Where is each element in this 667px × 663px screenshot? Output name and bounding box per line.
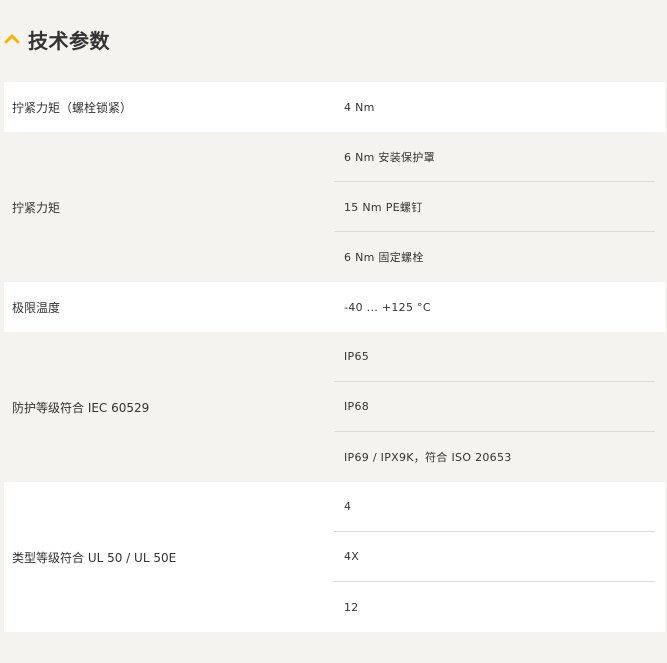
- spec-value: 15 Nm PE螺钉: [334, 182, 655, 232]
- spec-value: IP69 / IPX9K，符合 ISO 20653: [344, 451, 512, 464]
- spec-value: 12: [344, 600, 359, 614]
- spec-row: 拧紧力矩（螺栓锁紧） 4 Nm: [4, 82, 665, 132]
- spec-label: 极限温度: [12, 300, 61, 315]
- spec-values: 4 4X 12: [334, 482, 665, 632]
- spec-row: 类型等级符合 UL 50 / UL 50E 4 4X 12: [4, 482, 665, 632]
- spec-value: 4: [334, 482, 655, 532]
- spec-row: 拧紧力矩 6 Nm 安装保护罩 15 Nm PE螺钉 6 Nm 固定螺栓: [4, 132, 665, 282]
- section-header[interactable]: 技术参数: [4, 24, 110, 54]
- spec-value: 6 Nm 安装保护罩: [334, 132, 655, 182]
- spec-value: 6 Nm 固定螺栓: [344, 251, 424, 264]
- spec-value: 4 Nm: [344, 100, 375, 114]
- spec-value: -40 ... +125 °C: [344, 300, 431, 314]
- spec-values: IP65 IP68 IP69 / IPX9K，符合 ISO 20653: [334, 332, 665, 482]
- spec-value: 4X: [334, 532, 655, 582]
- spec-label: 拧紧力矩: [12, 200, 61, 215]
- spec-table: 拧紧力矩（螺栓锁紧） 4 Nm 拧紧力矩 6 Nm 安装保护罩 15 Nm PE…: [4, 82, 665, 632]
- spec-values: 4 Nm: [334, 82, 665, 132]
- chevron-up-icon[interactable]: [4, 31, 20, 47]
- spec-label: 防护等级符合 IEC 60529: [12, 400, 150, 415]
- spec-label: 拧紧力矩（螺栓锁紧）: [12, 100, 133, 115]
- spec-values: 6 Nm 安装保护罩 15 Nm PE螺钉 6 Nm 固定螺栓: [334, 132, 665, 282]
- spec-values: -40 ... +125 °C: [334, 282, 665, 332]
- spec-row: 极限温度 -40 ... +125 °C: [4, 282, 665, 332]
- section-title: 技术参数: [28, 28, 110, 53]
- spec-value: IP65: [334, 332, 655, 382]
- spec-value: IP68: [334, 382, 655, 432]
- spec-row: 防护等级符合 IEC 60529 IP65 IP68 IP69 / IPX9K，…: [4, 332, 665, 482]
- spec-label: 类型等级符合 UL 50 / UL 50E: [12, 550, 177, 565]
